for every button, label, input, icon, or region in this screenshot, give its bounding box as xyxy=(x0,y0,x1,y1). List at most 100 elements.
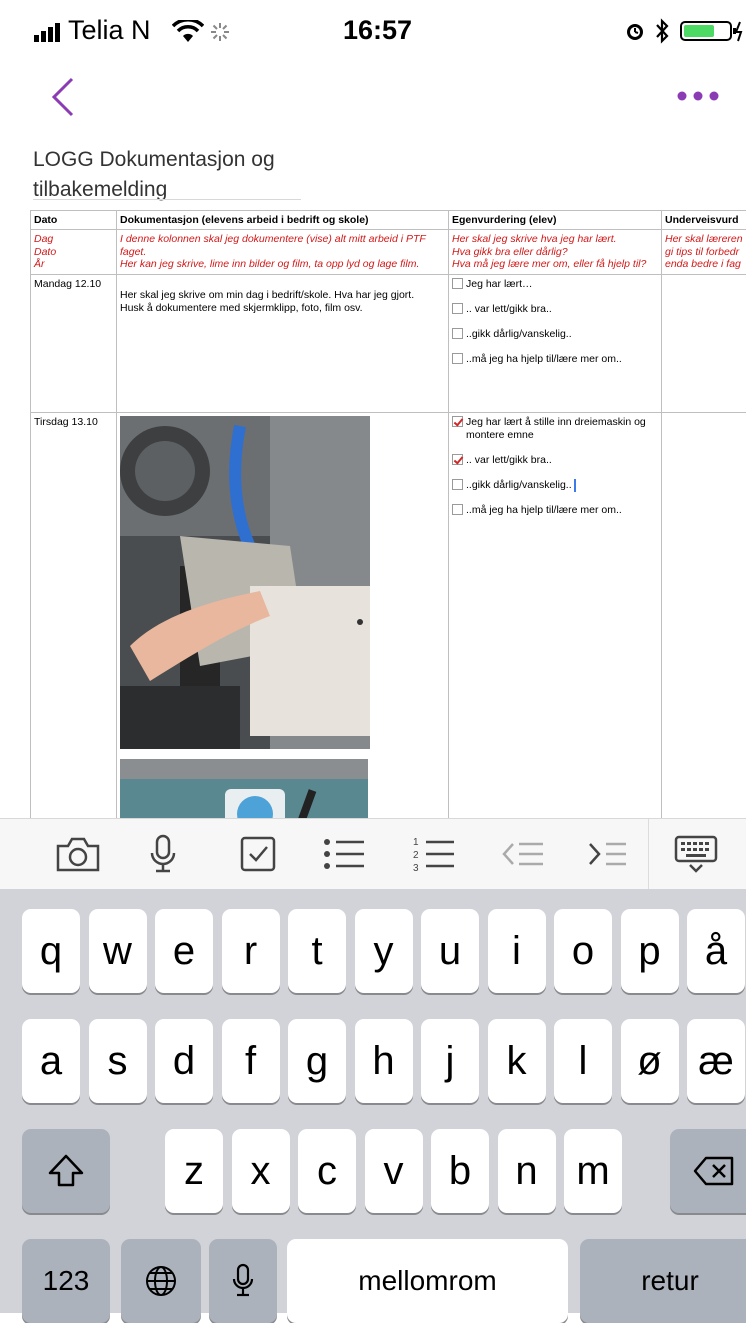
outdent-icon xyxy=(501,836,545,872)
self-assessment-cell[interactable]: Jeg har lært… .. var lett/gikk bra.. ..g… xyxy=(449,274,662,412)
shift-key[interactable] xyxy=(22,1129,110,1213)
checkbox[interactable] xyxy=(452,479,463,490)
key-n[interactable]: n xyxy=(498,1129,556,1213)
key-q[interactable]: q xyxy=(22,909,80,993)
checkbox-checked[interactable] xyxy=(452,454,463,465)
indent-icon xyxy=(584,836,628,872)
checklist-item: ..gikk dårlig/vanskelig.. xyxy=(452,479,658,492)
key-j[interactable]: j xyxy=(421,1019,479,1103)
teacher-feedback-cell[interactable] xyxy=(662,412,746,852)
svg-text:1: 1 xyxy=(413,837,419,848)
dictation-key[interactable] xyxy=(209,1239,277,1323)
wifi-icon xyxy=(172,20,204,49)
checkbox[interactable] xyxy=(452,328,463,339)
checkbox[interactable] xyxy=(452,504,463,515)
key-f[interactable]: f xyxy=(222,1019,280,1103)
dictation-button[interactable] xyxy=(137,831,189,877)
date-cell[interactable]: Mandag 12.10 xyxy=(31,274,117,412)
key-y[interactable]: y xyxy=(355,909,413,993)
key-x[interactable]: x xyxy=(232,1129,290,1213)
lathe-photo[interactable] xyxy=(120,416,370,749)
numbered-list-button[interactable]: 123 xyxy=(408,831,460,877)
teacher-feedback-cell[interactable] xyxy=(662,274,746,412)
checklist-item: Jeg har lært… xyxy=(452,278,658,291)
svg-text:3: 3 xyxy=(413,863,419,874)
page-title[interactable]: LOGG Dokumentasjon og tilbakemelding xyxy=(33,145,333,205)
table-header-row: Dato Dokumentasjon (elevens arbeid i bed… xyxy=(31,211,746,230)
instruction-line: gi tips til forbedr xyxy=(665,246,746,259)
key-c[interactable]: c xyxy=(298,1129,356,1213)
checkbox[interactable] xyxy=(452,353,463,364)
more-options-button[interactable] xyxy=(676,84,724,108)
key-s[interactable]: s xyxy=(89,1019,147,1103)
hide-keyboard-button[interactable] xyxy=(670,831,722,877)
header-egenvurdering[interactable]: Egenvurdering (elev) xyxy=(449,211,662,230)
return-key[interactable]: retur xyxy=(580,1239,746,1323)
key-d[interactable]: d xyxy=(155,1019,213,1103)
key-u[interactable]: u xyxy=(421,909,479,993)
status-bar: Telia N 16:57 xyxy=(0,0,746,60)
instruction-egenvurdering-cell[interactable]: Her skal jeg skrive hva jeg har lært. Hv… xyxy=(449,230,662,275)
globe-icon xyxy=(144,1264,178,1298)
header-underveis[interactable]: Underveisvurd xyxy=(662,211,746,230)
outdent-button[interactable] xyxy=(497,831,549,877)
key-i[interactable]: i xyxy=(488,909,546,993)
key-p[interactable]: p xyxy=(621,909,679,993)
header-dokumentasjon[interactable]: Dokumentasjon (elevens arbeid i bedrift … xyxy=(117,211,449,230)
globe-key[interactable] xyxy=(121,1239,201,1323)
documentation-cell[interactable]: Her skal jeg skrive om min dag i bedrift… xyxy=(117,274,449,412)
key-z[interactable]: z xyxy=(165,1129,223,1213)
instruction-underveis-cell[interactable]: Her skal læreren gi tips til forbedr end… xyxy=(662,230,746,275)
key-w[interactable]: w xyxy=(89,909,147,993)
key-r[interactable]: r xyxy=(222,909,280,993)
bullet-list-icon xyxy=(322,836,366,872)
instruction-line: År xyxy=(34,258,113,271)
key-g[interactable]: g xyxy=(288,1019,346,1103)
key-e[interactable]: e xyxy=(155,909,213,993)
date-cell[interactable]: Tirsdag 13.10 xyxy=(31,412,117,852)
backspace-key[interactable] xyxy=(670,1129,746,1213)
microphone-icon xyxy=(148,833,178,875)
activity-spinner-icon xyxy=(210,22,230,47)
documentation-cell[interactable] xyxy=(117,412,449,852)
key-æ[interactable]: æ xyxy=(687,1019,745,1103)
key-o[interactable]: o xyxy=(554,909,612,993)
formatting-toolbar: 123 xyxy=(0,818,746,889)
documentation-line: Husk å dokumentere med skjermklipp, foto… xyxy=(120,302,445,315)
bullet-list-button[interactable] xyxy=(318,831,370,877)
table-row: Tirsdag 13.10 xyxy=(31,412,746,852)
checkbox[interactable] xyxy=(452,278,463,289)
key-a[interactable]: a xyxy=(22,1019,80,1103)
key-h[interactable]: h xyxy=(355,1019,413,1103)
text-cursor xyxy=(574,479,576,492)
toolbar-separator xyxy=(648,819,649,890)
indent-button[interactable] xyxy=(580,831,632,877)
key-v[interactable]: v xyxy=(365,1129,423,1213)
key-k[interactable]: k xyxy=(488,1019,546,1103)
checklist-item: .. var lett/gikk bra.. xyxy=(452,454,658,467)
space-key[interactable]: mellomrom xyxy=(287,1239,568,1323)
bluetooth-icon xyxy=(654,18,670,49)
key-t[interactable]: t xyxy=(288,909,346,993)
key-l[interactable]: l xyxy=(554,1019,612,1103)
key-å[interactable]: å xyxy=(687,909,745,993)
numbers-key[interactable]: 123 xyxy=(22,1239,110,1323)
clock: 16:57 xyxy=(343,15,412,46)
documentation-line: Her skal jeg skrive om min dag i bedrift… xyxy=(120,289,445,302)
instruction-line: Dag xyxy=(34,233,113,246)
self-assessment-cell[interactable]: Jeg har lært å stille inn dreiemaskin og… xyxy=(449,412,662,852)
checkbox[interactable] xyxy=(452,303,463,314)
header-dato[interactable]: Dato xyxy=(31,211,117,230)
instruction-dato-cell[interactable]: Dag Dato År xyxy=(31,230,117,275)
instruction-line: faget. xyxy=(120,246,445,259)
key-m[interactable]: m xyxy=(564,1129,622,1213)
checkbox-button[interactable] xyxy=(232,831,284,877)
instruction-dokumentasjon-cell[interactable]: I denne kolonnen skal jeg dokumentere (v… xyxy=(117,230,449,275)
checkbox-checked[interactable] xyxy=(452,416,463,427)
key-b[interactable]: b xyxy=(431,1129,489,1213)
key-ø[interactable]: ø xyxy=(621,1019,679,1103)
back-button[interactable] xyxy=(48,75,78,119)
camera-button[interactable] xyxy=(52,831,104,877)
table-row: Mandag 12.10 Her skal jeg skrive om min … xyxy=(31,274,746,412)
battery-icon xyxy=(680,20,746,47)
